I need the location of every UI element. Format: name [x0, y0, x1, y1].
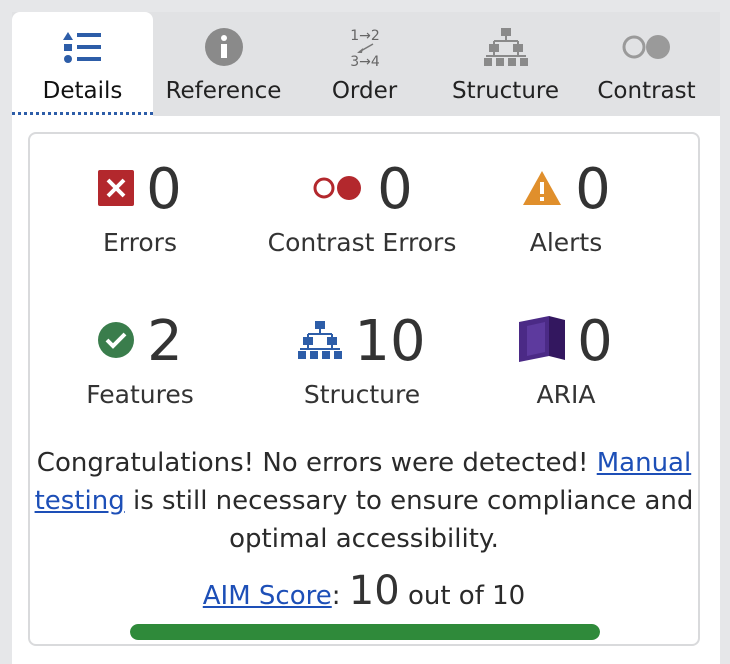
tab-details[interactable]: Details [12, 12, 153, 116]
error-icon [98, 170, 135, 210]
structure-count: 10 [354, 309, 426, 374]
contrast-errors-count: 0 [377, 157, 413, 222]
features-count: 2 [147, 309, 183, 374]
tab-contrast[interactable]: Contrast [576, 12, 717, 116]
aim-score-progress [130, 624, 600, 640]
stat-contrast-errors[interactable]: 0 Contrast Errors [252, 157, 472, 258]
errors-label: Errors [103, 228, 177, 257]
aim-score-suffix: out of 10 [399, 581, 526, 611]
summary-box: 0 Errors 0 Contrast Errors 0 Alerts 2 Fe… [28, 132, 700, 646]
tab-order[interactable]: 1→2 3→4 Order [294, 12, 435, 116]
message-rest: is still necessary to ensure compliance … [124, 486, 694, 554]
tab-label: Structure [452, 78, 559, 104]
alert-icon [521, 169, 563, 211]
wave-sidebar-panel: Details Reference 1→2 3→4 Order Structur… [12, 12, 720, 664]
aim-score-progress-fill [130, 624, 600, 640]
stat-features[interactable]: 2 Features [30, 309, 250, 410]
errors-count: 0 [146, 157, 182, 222]
tab-label: Contrast [597, 78, 696, 104]
contrast-errors-label: Contrast Errors [267, 228, 457, 257]
tab-reference[interactable]: Reference [153, 12, 294, 116]
tab-bar: Details Reference 1→2 3→4 Order Structur… [12, 12, 720, 116]
stat-errors[interactable]: 0 Errors [30, 158, 250, 257]
tab-label: Details [42, 78, 123, 104]
order-icon-top: 1→2 [350, 28, 380, 44]
stat-alerts[interactable]: 0 Alerts [456, 158, 676, 257]
structure-icon [298, 320, 343, 364]
aim-score-value: 10 [348, 568, 400, 614]
info-icon [153, 26, 294, 68]
tab-label: Order [331, 78, 398, 104]
alerts-count: 0 [575, 157, 611, 222]
aim-score-link[interactable]: AIM Score [203, 581, 332, 611]
feature-check-icon [97, 321, 135, 363]
aria-count: 0 [577, 309, 613, 374]
order-icon-bottom: 3→4 [350, 54, 380, 68]
contrast-error-icon [311, 173, 365, 207]
aria-icon [519, 316, 566, 368]
alerts-label: Alerts [529, 228, 603, 257]
structure-icon [435, 26, 576, 68]
details-list-icon [12, 26, 153, 68]
tab-structure[interactable]: Structure [435, 12, 576, 116]
tab-label: Reference [165, 78, 282, 104]
aria-label: ARIA [536, 380, 596, 409]
order-icon: 1→2 3→4 [294, 26, 435, 68]
message-intro: Congratulations! No errors were detected… [36, 448, 597, 478]
aim-score-separator: : [331, 581, 349, 611]
structure-label: Structure [303, 380, 421, 409]
stat-aria[interactable]: 0 ARIA [456, 310, 676, 409]
congrats-message: Congratulations! No errors were detected… [30, 444, 698, 558]
stat-structure[interactable]: 10 Structure [252, 310, 472, 409]
features-label: Features [86, 380, 194, 409]
aim-score: AIM Score: 10 out of 10 [30, 568, 698, 614]
contrast-icon [576, 26, 717, 68]
